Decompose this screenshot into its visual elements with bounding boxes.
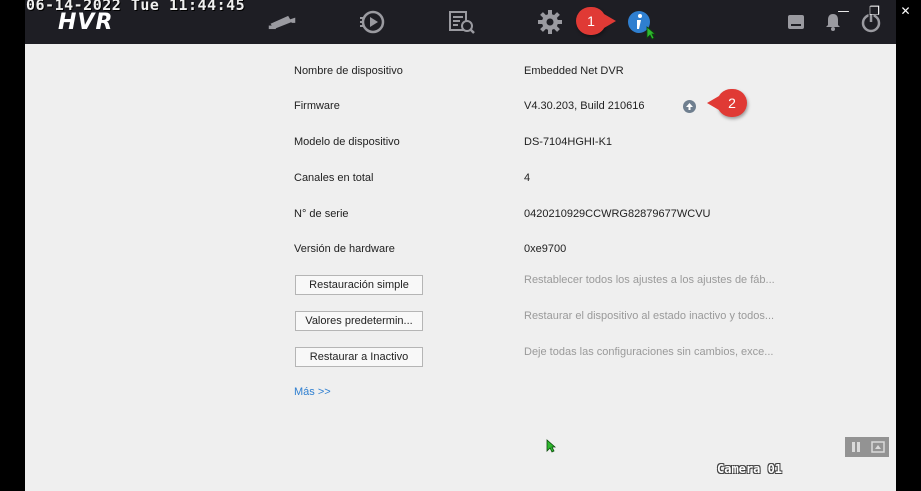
firmware-value: V4.30.203, Build 210616 [524,100,645,112]
firmware-label: Firmware [294,100,340,112]
model-value: DS-7104HGHI-K1 [524,136,613,148]
app-window: HVR 06-14-2022 Tue 11:44:45 — ❐ ✕ 1 Nomb… [0,0,921,491]
default-values-button[interactable]: Valores predetermin... [295,311,423,331]
close-button[interactable]: ✕ [890,0,921,22]
mouse-cursor-icon [646,26,656,40]
restore-button[interactable]: ❐ [859,0,890,22]
annotation-badge-2: 2 [707,89,747,117]
device-name-label: Nombre de dispositivo [294,65,403,77]
annotation-badge-1: 1 [576,7,616,35]
osd-datetime: 06-14-2022 Tue 11:44:45 [26,0,246,14]
serial-value: 0420210929CCWRG82879677WCVU [524,208,711,220]
firmware-upgrade-icon[interactable] [683,100,696,113]
channels-value: 4 [524,172,531,184]
hardware-label: Versión de hardware [294,243,395,255]
window-controls: — ❐ ✕ [828,0,921,22]
fullscreen-icon[interactable] [870,441,885,453]
restore-inactive-description: Deje todas las configuraciones sin cambi… [524,346,774,358]
search-icon[interactable] [447,8,477,36]
settings-icon[interactable] [535,8,565,36]
device-name-value: Embedded Net DVR [524,65,624,77]
channels-label: Canales en total [294,172,374,184]
default-values-description: Restaurar el dispositivo al estado inact… [524,310,775,322]
mouse-cursor-icon [546,439,556,453]
camera-icon[interactable] [267,8,297,36]
storage-icon[interactable] [781,8,811,36]
hardware-value: 0xe9700 [524,243,567,255]
pause-icon[interactable] [850,441,862,453]
simple-restore-description: Restablecer todos los ajustes a los ajus… [524,274,775,286]
minimize-button[interactable]: — [828,0,859,22]
system-info-panel [25,44,896,491]
more-link[interactable]: Más >> [294,386,331,398]
simple-restore-button[interactable]: Restauración simple [295,275,423,295]
model-label: Modelo de dispositivo [294,136,400,148]
serial-label: N° de serie [294,208,349,220]
playback-controls [845,437,889,457]
playback-icon[interactable] [357,8,387,36]
restore-inactive-button[interactable]: Restaurar a Inactivo [295,347,423,367]
osd-camera-label: Camera 01 [717,462,783,476]
